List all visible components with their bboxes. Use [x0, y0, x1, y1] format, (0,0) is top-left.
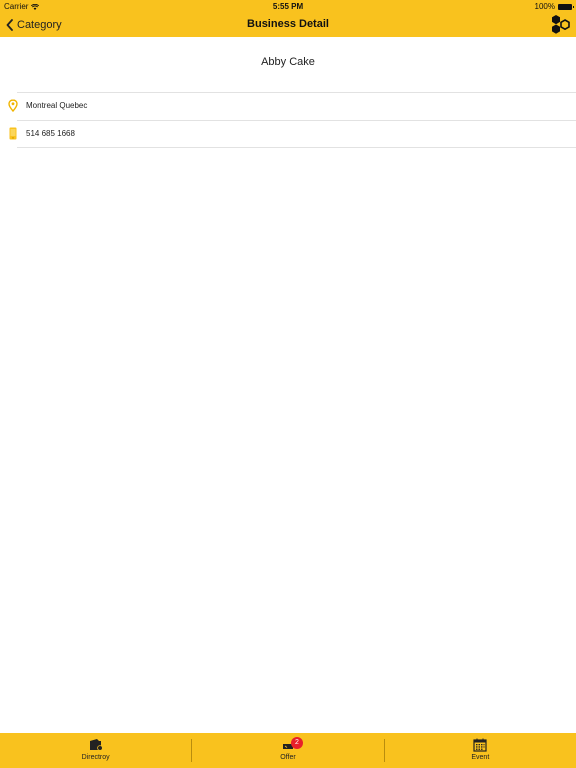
phone-row[interactable]: 514 685 1668	[9, 120, 576, 148]
row-divider	[17, 120, 576, 121]
business-name: Abby Cake	[261, 56, 315, 68]
tab-label: Event	[471, 754, 490, 761]
page-title: Business Detail	[247, 18, 329, 30]
status-bar: Carrier 5:55 PM 100%	[0, 0, 576, 13]
tab-event[interactable]: Event	[385, 733, 576, 768]
hexagon-logo-icon[interactable]	[550, 13, 572, 35]
business-detail-list: Montreal Quebec 514 685 1668	[0, 92, 576, 148]
navigation-bar: Category Business Detail	[0, 13, 576, 37]
tab-label: Offer	[280, 754, 296, 761]
tab-offer[interactable]: 2 Offer	[192, 733, 383, 768]
directory-icon	[89, 739, 103, 751]
phone-icon	[9, 127, 17, 140]
offer-badge: 2	[290, 737, 303, 749]
address-row[interactable]: Montreal Quebec	[0, 92, 576, 120]
phone-text: 514 685 1668	[26, 129, 75, 138]
battery-percent: 100%	[534, 2, 555, 11]
battery-icon	[558, 3, 574, 10]
tab-directory[interactable]: Directroy	[0, 733, 191, 768]
battery-status: 100%	[534, 2, 574, 11]
calendar-icon	[473, 738, 487, 752]
clock: 5:55 PM	[272, 2, 304, 11]
location-pin-icon	[8, 99, 18, 112]
row-divider	[17, 92, 576, 93]
tab-label: Directroy	[81, 754, 110, 761]
tab-bar: Directroy 2 Offer Event	[0, 733, 576, 768]
address-text: Montreal Quebec	[26, 101, 88, 110]
